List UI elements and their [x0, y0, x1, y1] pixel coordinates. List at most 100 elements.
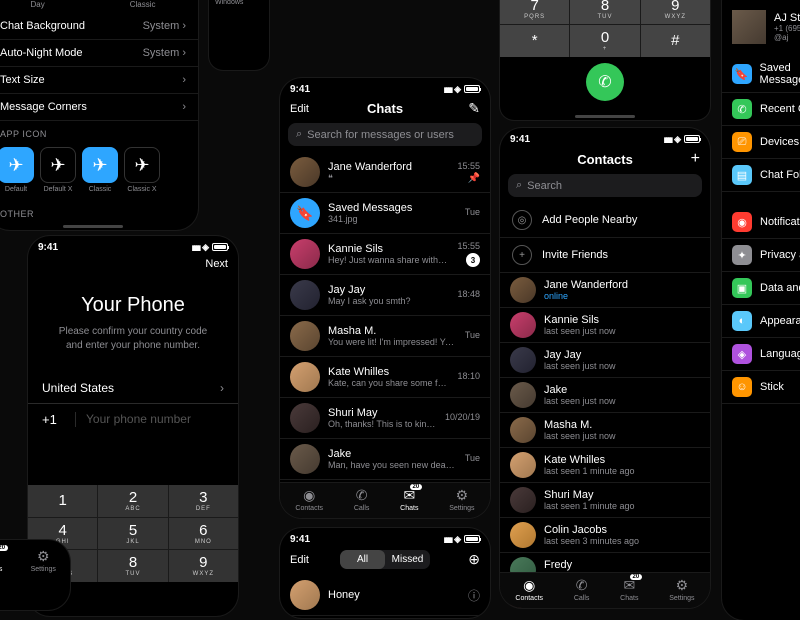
keypad-key[interactable]: #	[641, 25, 710, 57]
call-row[interactable]: Honey ⓘ	[280, 575, 490, 616]
tab-contacts[interactable]: ◉Contacts	[515, 577, 543, 602]
keypad-key[interactable]: 8TUV	[570, 0, 639, 24]
home-indicator	[63, 225, 123, 228]
new-call-icon[interactable]: ⊕	[450, 551, 480, 568]
add-nearby-row[interactable]: ◎ Add People Nearby	[500, 203, 710, 238]
setting-row[interactable]: Auto-Night ModeSystem ›	[0, 40, 198, 67]
compose-icon[interactable]: ✎	[450, 100, 480, 117]
screen-description: Please confirm your country code and ent…	[28, 325, 238, 373]
location-icon: ◎	[512, 210, 532, 230]
keypad-key[interactable]: *	[500, 25, 569, 57]
contact-row[interactable]: Kannie Silslast seen just now	[500, 308, 710, 343]
avatar	[290, 157, 320, 187]
search-icon: ⌕	[516, 179, 522, 192]
search-field[interactable]: ⌕ Search	[508, 174, 702, 197]
chat-row[interactable]: JakeMan, have you seen new deadlines for…	[280, 439, 490, 480]
keypad-key[interactable]: 8TUV	[98, 550, 167, 582]
tab-calls[interactable]: ✆Calls	[574, 577, 590, 602]
setting-row[interactable]: Message Corners›	[0, 94, 198, 121]
wifi-icon	[202, 242, 209, 253]
settings-row[interactable]: ◈Languag	[722, 338, 800, 371]
tab-chats[interactable]: ✉20Chats	[620, 577, 638, 602]
phone-input-row[interactable]: +1 Your phone number	[28, 404, 238, 435]
chat-row[interactable]: Jay JayMay I ask you smth? 18:48	[280, 275, 490, 316]
navbar: Next	[28, 254, 238, 276]
tab-settings[interactable]: ⚙Settings	[669, 577, 694, 602]
keypad-key[interactable]: 2ABC	[98, 485, 167, 517]
settings-row[interactable]: ▣Data and	[722, 272, 800, 305]
settings-row[interactable]: ◐Appearan	[722, 305, 800, 338]
contact-row[interactable]: Masha M.last seen just now	[500, 413, 710, 448]
contact-row[interactable]: Kate Whilleslast seen 1 minute ago	[500, 448, 710, 483]
contact-row[interactable]: Shuri Maylast seen 1 minute ago	[500, 483, 710, 518]
edit-button[interactable]: Edit	[290, 103, 320, 115]
settings-row[interactable]: ✦Privacy an	[722, 239, 800, 272]
tab-chats[interactable]: ✉20 Chats	[0, 548, 2, 573]
seg-all[interactable]: All	[340, 550, 385, 569]
status-bar: 9:41	[28, 236, 238, 254]
user-avatar[interactable]	[732, 10, 766, 44]
keypad-key[interactable]: 9WXYZ	[169, 550, 238, 582]
contact-row[interactable]: Jane Wanderfordonline	[500, 273, 710, 308]
tab-chats[interactable]: ✉20Chats	[400, 487, 418, 512]
keypad-key[interactable]: 5JKL	[98, 518, 167, 550]
keypad-key[interactable]: 0+	[570, 25, 639, 57]
settings-row[interactable]: ▤Chat Folders	[722, 159, 800, 192]
chat-row[interactable]: Jane Wanderford❝ 15:55📌	[280, 152, 490, 193]
edit-button[interactable]: Edit	[290, 554, 320, 566]
keypad-key[interactable]: 7PQRS	[500, 0, 569, 24]
chat-row[interactable]: 🔖 Saved Messages341.jpg Tue	[280, 193, 490, 234]
setting-row[interactable]: Text Size›	[0, 67, 198, 94]
setting-row[interactable]: Chat BackgroundSystem ›	[0, 13, 198, 40]
app-icon-option[interactable]: ✈Classic	[82, 147, 118, 193]
segmented-control[interactable]: All Missed	[340, 550, 430, 569]
settings-row[interactable]: 🔖Saved Messages	[722, 56, 800, 93]
tab-calls[interactable]: ✆Calls	[354, 487, 370, 512]
call-button[interactable]: ✆	[586, 63, 624, 101]
battery-icon	[684, 135, 700, 143]
settings-row[interactable]: ◉Notifications	[722, 206, 800, 239]
keypad-key[interactable]: 1	[28, 485, 97, 517]
app-icon-option[interactable]: ✈Default X	[40, 147, 76, 193]
tab-settings[interactable]: ⚙ Settings	[31, 548, 56, 573]
search-field[interactable]: ⌕ Search for messages or users	[288, 123, 482, 146]
avatar	[510, 452, 536, 478]
appearance-screen: Day Classic Chat BackgroundSystem ›Auto-…	[0, 0, 198, 230]
chats-badge: 20	[0, 545, 8, 551]
contact-row[interactable]: Colin Jacobslast seen 3 minutes ago	[500, 518, 710, 553]
app-icon-option[interactable]: ✈Classic X	[124, 147, 160, 193]
add-icon[interactable]: +	[670, 150, 700, 168]
contacts-screen: 9:41 Contacts + ⌕ Search ◎ Add People Ne…	[500, 128, 710, 608]
keypad-key[interactable]: 3DEF	[169, 485, 238, 517]
theme-classic-label: Classic	[130, 0, 156, 9]
info-icon[interactable]: ⓘ	[468, 587, 480, 604]
signal-icon	[444, 84, 451, 95]
seg-missed[interactable]: Missed	[385, 550, 430, 569]
tab-settings[interactable]: ⚙Settings	[449, 487, 474, 512]
invite-row[interactable]: + Invite Friends	[500, 238, 710, 273]
settings-row[interactable]: ✆Recent Calls	[722, 93, 800, 126]
signal-icon	[444, 534, 451, 545]
settings-row[interactable]: ⎚Devices	[722, 126, 800, 159]
next-button[interactable]: Next	[198, 258, 228, 270]
keypad-key[interactable]: 9WXYZ	[641, 0, 710, 24]
contact-row[interactable]: Jay Jaylast seen just now	[500, 343, 710, 378]
tab-bar: ◉Contacts ✆Calls ✉20Chats ⚙Settings	[500, 572, 710, 608]
chat-row[interactable]: Masha M.You were lit! I'm impressed! You…	[280, 316, 490, 357]
avatar	[510, 417, 536, 443]
battery-icon	[464, 85, 480, 93]
app-icon-option[interactable]: ✈Default	[0, 147, 34, 193]
country-row[interactable]: United States ›	[28, 373, 238, 404]
avatar	[290, 403, 320, 433]
tab-bar: ◉Contacts ✆Calls ✉20Chats ⚙Settings	[280, 482, 490, 518]
tab-contacts[interactable]: ◉Contacts	[295, 487, 323, 512]
calls-screen: 9:41 Edit All Missed ⊕ Honey ⓘ	[280, 528, 490, 618]
status-time: 9:41	[38, 242, 58, 253]
chat-row[interactable]: Kannie SilsHey! Just wanna share with yo…	[280, 234, 490, 275]
chat-row[interactable]: Kate WhillesKate, can you share some fee…	[280, 357, 490, 398]
avatar: 🔖	[290, 198, 320, 228]
chat-row[interactable]: Shuri MayOh, thanks! This is to kind… 10…	[280, 398, 490, 439]
keypad-key[interactable]: 6MNO	[169, 518, 238, 550]
settings-row[interactable]: ☺Stick	[722, 371, 800, 404]
contact-row[interactable]: Jakelast seen just now	[500, 378, 710, 413]
